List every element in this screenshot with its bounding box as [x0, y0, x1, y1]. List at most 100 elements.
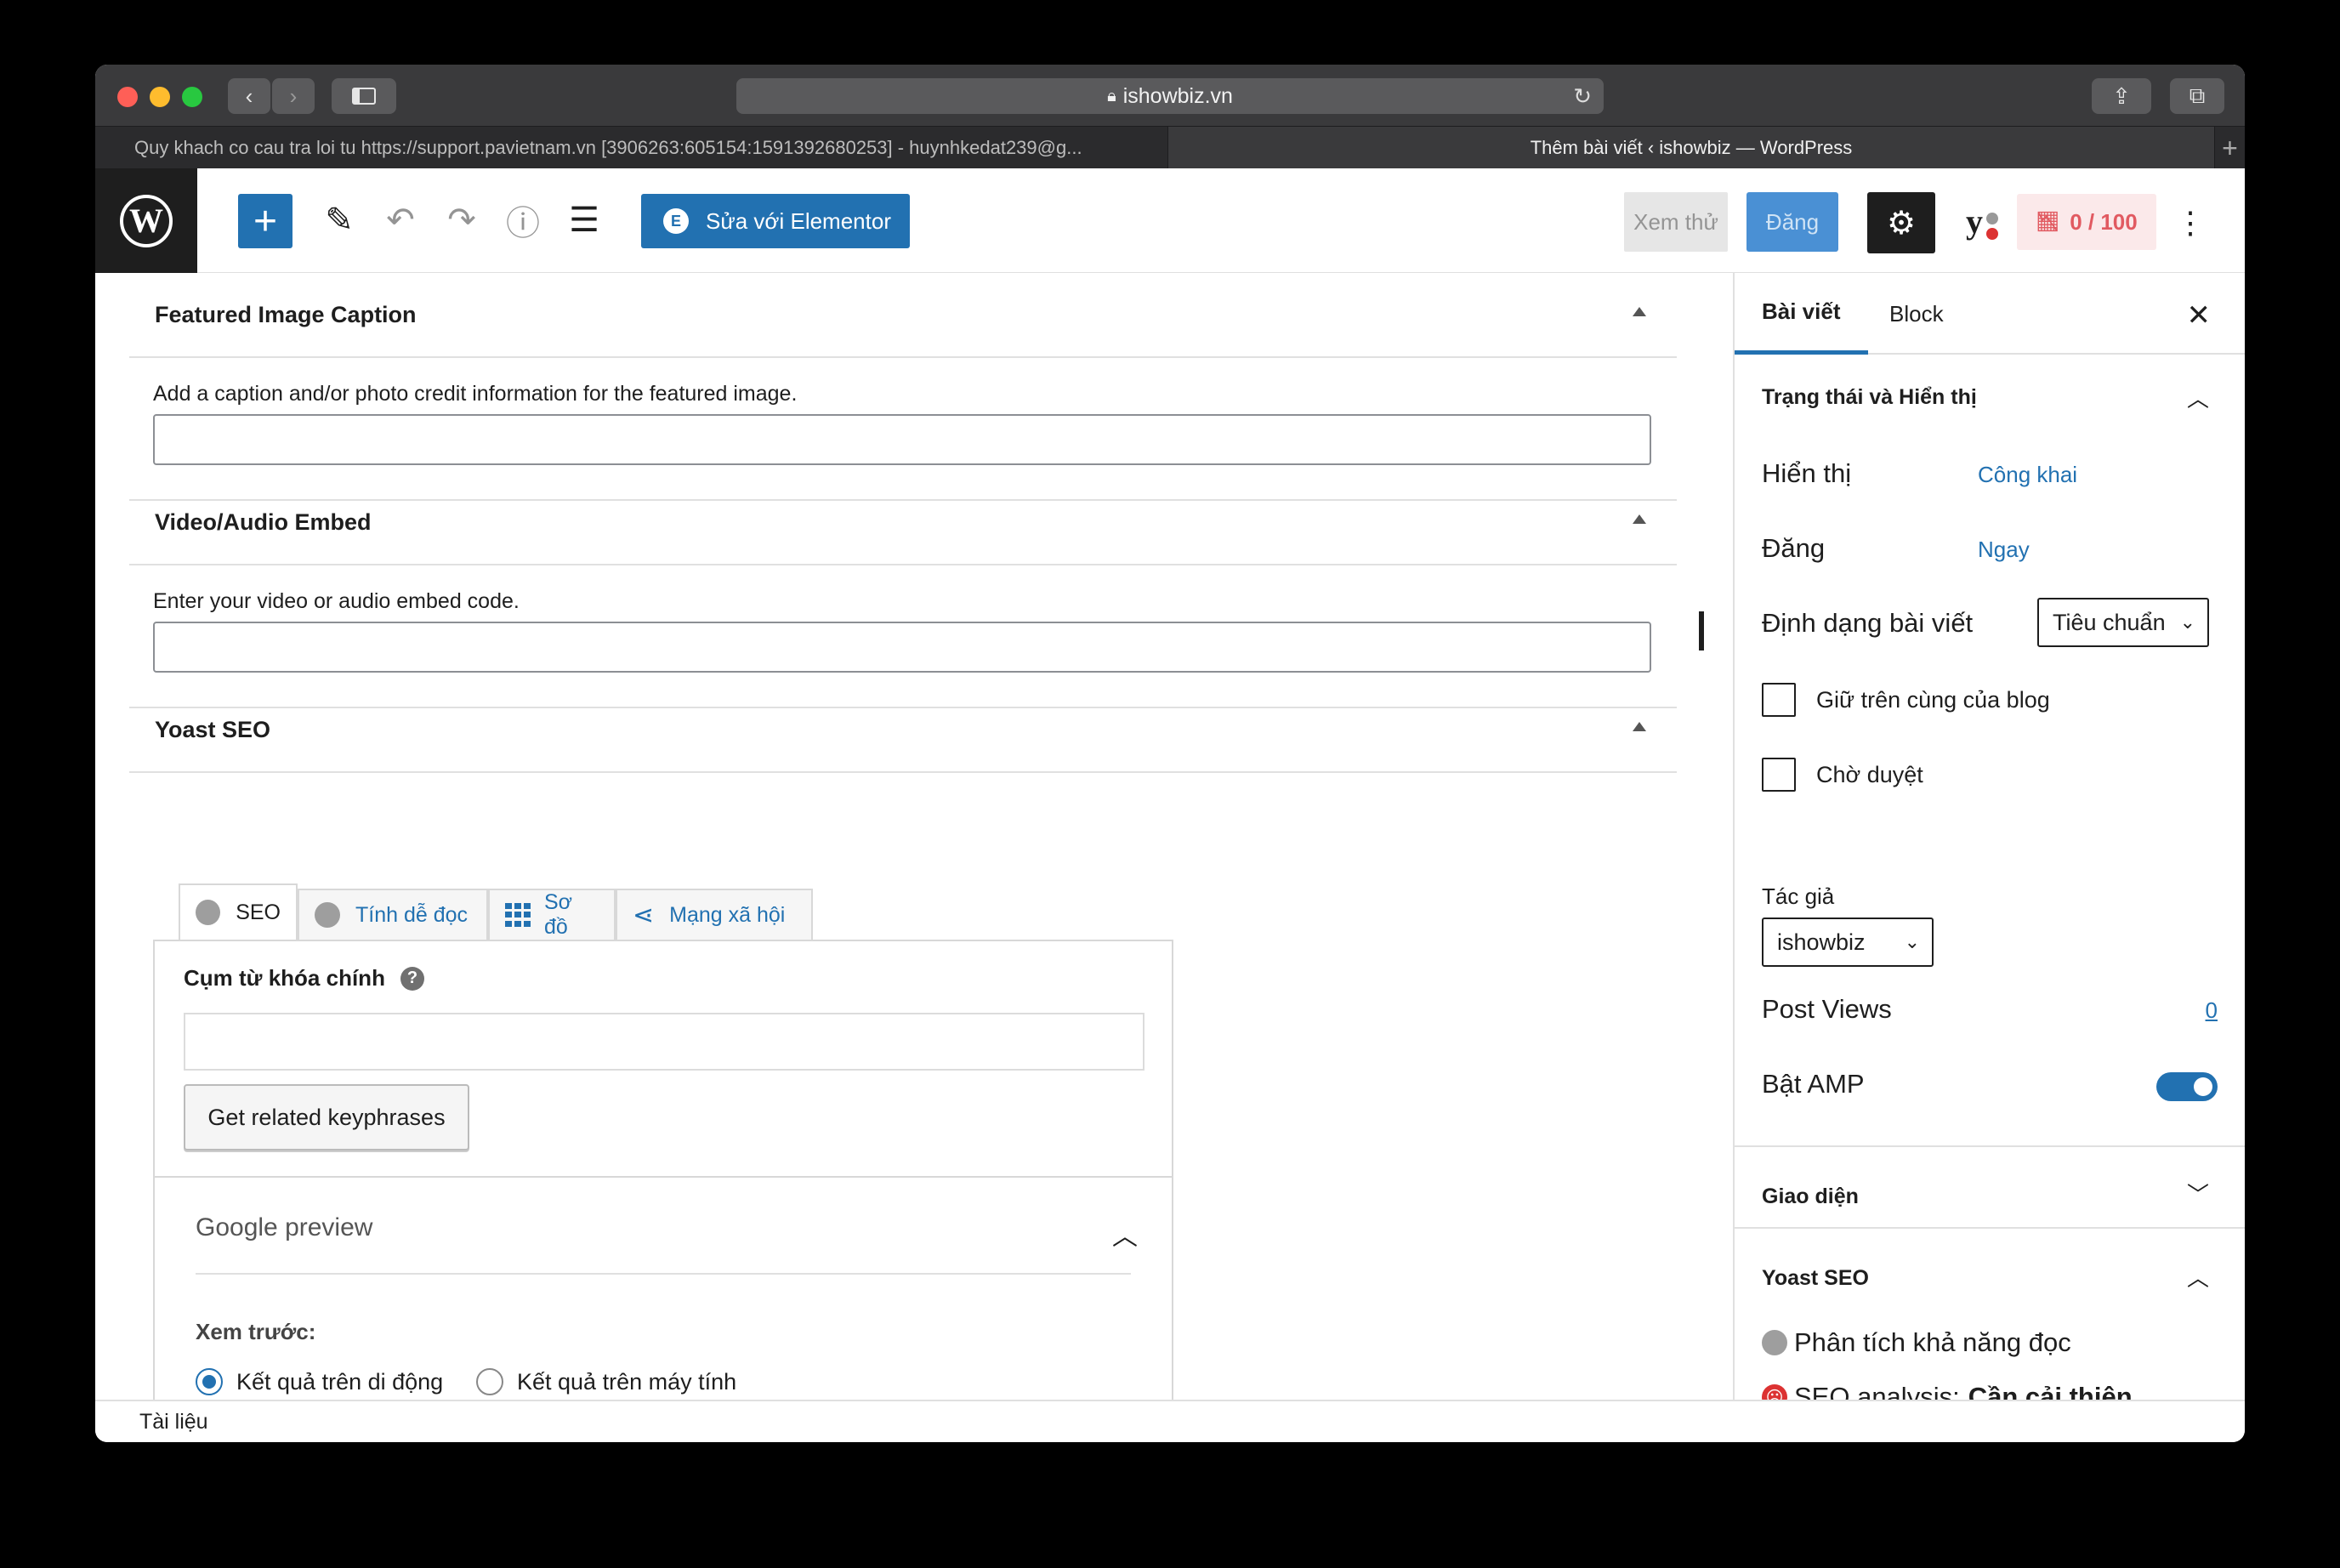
elementor-label: Sửa với Elementor: [706, 207, 891, 234]
tab-block[interactable]: Block: [1862, 273, 1971, 355]
divider: [1735, 1227, 2245, 1229]
add-block-button[interactable]: +: [238, 194, 292, 248]
elementor-icon: E: [663, 208, 689, 234]
amp-toggle[interactable]: [2156, 1072, 2218, 1101]
focus-keyphrase-label: Cụm từ khóa chính ?: [184, 965, 424, 991]
radio-button[interactable]: [196, 1368, 223, 1395]
readability-dot-icon: [1986, 213, 1998, 224]
status-dot-icon: [315, 902, 340, 928]
tab-label: SEO: [236, 900, 281, 924]
browser-tab-support[interactable]: Quy khach co cau tra loi tu https://supp…: [95, 127, 1168, 169]
tab-label: Mạng xã hội: [669, 902, 786, 927]
close-sidebar-icon[interactable]: ✕: [2187, 298, 2212, 332]
amp-label: Bật AMP: [1762, 1069, 1865, 1099]
yoast-tab-seo[interactable]: SEO: [179, 883, 298, 940]
analysis-label: Phân tích khả năng đọc: [1794, 1327, 2071, 1357]
caret-up-icon[interactable]: [1633, 307, 1646, 316]
plus-icon: +: [253, 198, 278, 244]
video-embed-input[interactable]: [153, 622, 1651, 673]
outline-button[interactable]: ☰: [563, 199, 605, 241]
editor-footer: Tài liệu: [95, 1400, 2245, 1442]
visibility-label: Hiển thị: [1762, 458, 1852, 488]
google-preview-title[interactable]: Google preview: [196, 1213, 372, 1242]
radio-button[interactable]: [476, 1368, 503, 1395]
status-visibility-title[interactable]: Trạng thái và Hiển thị: [1762, 385, 1977, 410]
caret-up-icon[interactable]: [1633, 722, 1646, 731]
divider: [1735, 1145, 2245, 1147]
new-tab-button[interactable]: +: [2214, 127, 2245, 169]
browser-titlebar: ‹ › 🔒︎ ishowbiz.vn ↻ ⇪ ⧉: [95, 65, 2245, 126]
radio-desktop-result[interactable]: Kết quả trên máy tính: [476, 1368, 736, 1395]
redo-button[interactable]: ↷: [440, 199, 483, 241]
author-select[interactable]: ishowbiz ⌄: [1762, 918, 1934, 967]
visibility-link[interactable]: Công khai: [1978, 462, 2077, 488]
close-window-button[interactable]: [117, 87, 138, 107]
yoast-section-title[interactable]: Yoast SEO: [1762, 1266, 1869, 1291]
tab-post[interactable]: Bài viết: [1735, 273, 1868, 355]
radio-label: Kết quả trên máy tính: [517, 1368, 737, 1395]
yoast-seo-box: Cụm từ khóa chính ? Get related keyphras…: [153, 940, 1173, 1400]
featured-caption-input[interactable]: [153, 414, 1651, 465]
details-button[interactable]: ⓘ: [502, 199, 544, 242]
seo-analysis: ☹ SEO analysis: Cần cải thiện: [1762, 1382, 2133, 1400]
sidebar-tabs: Bài viết Block ✕: [1735, 273, 2245, 355]
tabs-overview-button[interactable]: ⧉: [2170, 78, 2224, 114]
breadcrumb[interactable]: Tài liệu: [139, 1410, 208, 1434]
pending-review-checkbox[interactable]: Chờ duyệt: [1762, 758, 1923, 792]
reload-icon[interactable]: ↻: [1573, 83, 1592, 110]
undo-button[interactable]: ↶: [379, 199, 422, 241]
yoast-button[interactable]: y: [1949, 196, 2000, 247]
sidebar-toggle-button[interactable]: [332, 78, 396, 114]
publish-label: Đăng: [1762, 533, 1826, 563]
browser-tabbar: Quy khach co cau tra loi tu https://supp…: [95, 126, 2245, 169]
publish-button[interactable]: Đăng: [1746, 192, 1838, 252]
more-options-button[interactable]: ⋮: [2173, 197, 2207, 248]
yoast-panel-header[interactable]: Yoast SEO: [129, 688, 1677, 773]
checkbox[interactable]: [1762, 758, 1796, 792]
featured-caption-panel-header[interactable]: Featured Image Caption: [129, 273, 1677, 358]
yoast-tab-schema[interactable]: Sơ đồ: [488, 889, 616, 940]
help-icon[interactable]: ?: [400, 966, 424, 991]
sticky-checkbox[interactable]: Giữ trên cùng của blog: [1762, 683, 2050, 717]
back-button[interactable]: ‹: [228, 78, 270, 114]
trend-icon: 📉︎: [2036, 211, 2060, 232]
scrollbar[interactable]: [1699, 611, 1704, 650]
minimize-window-button[interactable]: [150, 87, 170, 107]
theme-section-title[interactable]: Giao diện: [1762, 1185, 1859, 1209]
video-embed-panel-header[interactable]: Video/Audio Embed: [129, 480, 1677, 565]
maximize-window-button[interactable]: [182, 87, 202, 107]
radio-mobile-result[interactable]: Kết quả trên di động: [196, 1368, 443, 1395]
redo-icon: ↷: [447, 202, 476, 239]
chevron-down-icon[interactable]: ﹀: [2187, 1178, 2209, 1209]
tab-label: Tính dễ đọc: [355, 902, 469, 927]
tab-title: Thêm bài viết ‹ ishowbiz — WordPress: [1530, 137, 1853, 158]
share-icon: ⋖: [633, 900, 655, 929]
edit-with-elementor-button[interactable]: E Sửa với Elementor: [641, 194, 910, 248]
chevron-up-icon[interactable]: ︿: [1112, 1215, 1138, 1253]
yoast-tab-social[interactable]: ⋖ Mạng xã hội: [616, 889, 813, 940]
forward-button[interactable]: ›: [272, 78, 315, 114]
preview-button[interactable]: Xem thử: [1624, 192, 1728, 252]
share-button[interactable]: ⇪: [2092, 78, 2151, 114]
checkbox-label: Giữ trên cùng của blog: [1816, 686, 2050, 713]
address-bar[interactable]: 🔒︎ ishowbiz.vn ↻: [736, 78, 1604, 114]
tab-title: Quy khach co cau tra loi tu https://supp…: [134, 137, 1082, 158]
video-embed-description: Enter your video or audio embed code.: [153, 589, 520, 613]
wordpress-logo[interactable]: W: [95, 168, 197, 273]
divider: [196, 1273, 1131, 1275]
status-dot-icon: [196, 900, 221, 925]
get-related-keyphrases-button[interactable]: Get related keyphrases: [184, 1084, 469, 1150]
post-format-select[interactable]: Tiêu chuẩn ⌄: [2037, 598, 2209, 647]
focus-keyphrase-input[interactable]: [184, 1013, 1144, 1071]
seo-score-button[interactable]: 📉︎ 0 / 100: [2017, 194, 2156, 250]
edit-tools-button[interactable]: ✎: [318, 199, 361, 241]
checkbox[interactable]: [1762, 683, 1796, 717]
publish-date-link[interactable]: Ngay: [1978, 537, 2030, 563]
browser-tab-wordpress[interactable]: Thêm bài viết ‹ ishowbiz — WordPress: [1168, 127, 2214, 169]
caret-up-icon[interactable]: [1633, 514, 1646, 524]
settings-button[interactable]: ⚙: [1867, 192, 1935, 253]
chevron-up-icon[interactable]: ︿: [2187, 382, 2209, 413]
post-views-count[interactable]: 0: [2206, 997, 2218, 1024]
yoast-tab-readability[interactable]: Tính dễ đọc: [298, 889, 488, 940]
chevron-up-icon[interactable]: ︿: [2187, 1261, 2209, 1292]
